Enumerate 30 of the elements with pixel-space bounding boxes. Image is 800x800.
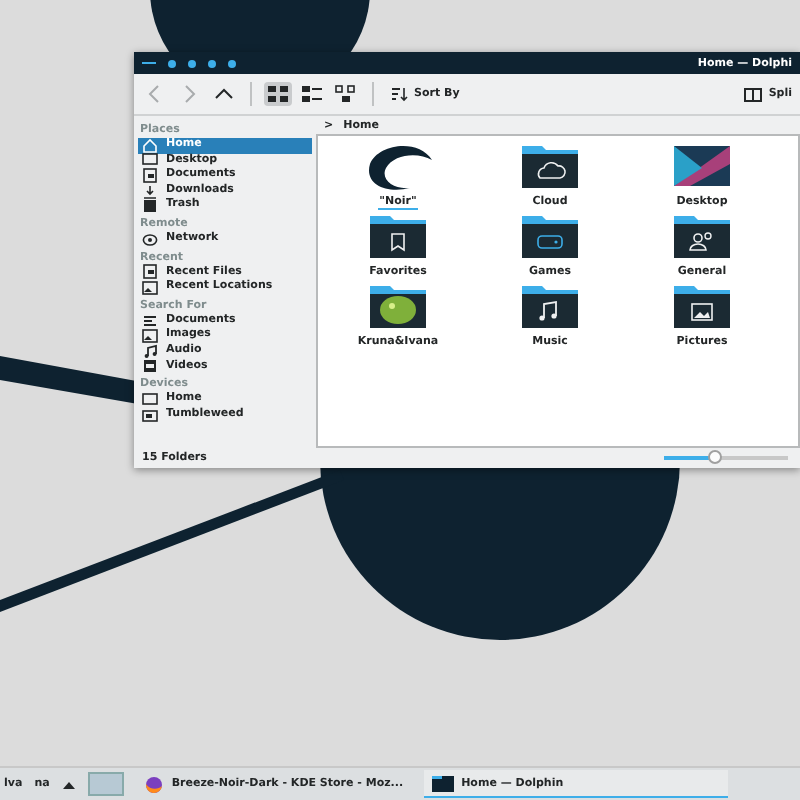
- monitor-icon: [142, 152, 158, 169]
- window-control-dot[interactable]: [188, 59, 196, 67]
- window-control-dot[interactable]: [208, 59, 216, 67]
- image-icon: [142, 279, 158, 296]
- image-icon: [142, 328, 158, 345]
- details-view-icon: [332, 82, 360, 106]
- compact-view-button[interactable]: [298, 82, 326, 106]
- text-lines-icon: [142, 313, 158, 330]
- folder-icon: [431, 775, 454, 791]
- drive-icon: [142, 407, 158, 424]
- icons-view-button[interactable]: [264, 82, 292, 106]
- split-view-icon: [744, 87, 763, 101]
- icons-view-icon: [264, 82, 292, 106]
- up-arrow-icon[interactable]: [61, 779, 76, 789]
- document-icon: [142, 167, 158, 184]
- music-note-icon: [142, 343, 158, 360]
- monitor-icon: [142, 391, 158, 408]
- trash-icon: [142, 198, 158, 215]
- sort-icon: [390, 86, 408, 102]
- window-control-dot[interactable]: [168, 59, 176, 67]
- film-icon: [142, 358, 158, 375]
- document-icon: [142, 264, 158, 281]
- fox-globe-icon: [143, 775, 164, 793]
- house-icon: [142, 137, 158, 154]
- menu-icon[interactable]: [142, 60, 156, 66]
- download-icon: [142, 183, 158, 200]
- network-icon: [142, 231, 158, 248]
- details-view-button[interactable]: [332, 82, 360, 106]
- window-control-dot[interactable]: [228, 59, 236, 67]
- compact-view-icon: [298, 82, 326, 106]
